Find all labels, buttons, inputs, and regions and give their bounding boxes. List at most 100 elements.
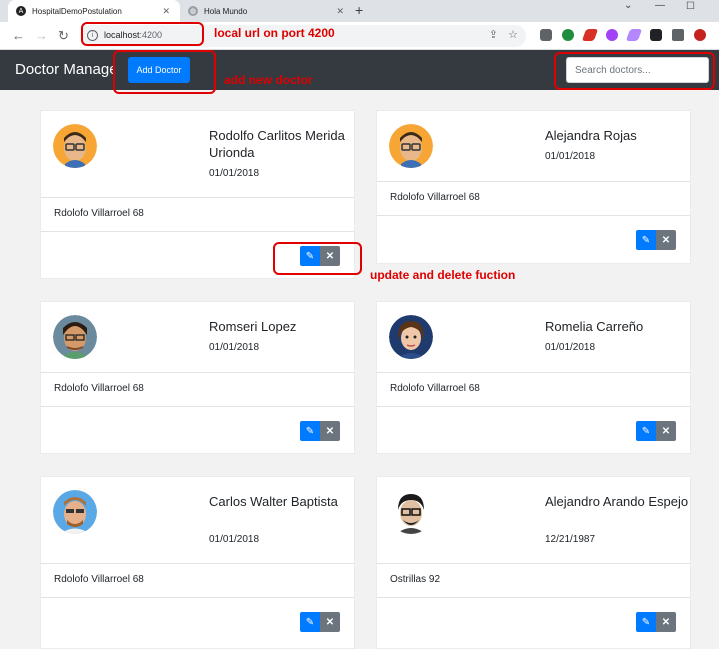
doctor-avatar	[53, 124, 97, 168]
edit-button[interactable]: ✎	[300, 421, 320, 441]
divider	[41, 197, 354, 198]
card-actions: ✎ ✕	[636, 421, 676, 441]
actions-annotation: update and delete fuction	[370, 268, 516, 282]
brand-title: Doctor Manager	[15, 61, 115, 78]
doctor-address: Ostrillas 92	[390, 574, 441, 585]
divider	[41, 597, 354, 598]
doctor-date: 01/01/2018	[545, 151, 596, 162]
doctor-name: Rodolfo Carlitos Merida Urionda	[209, 128, 345, 160]
profile-avatar[interactable]	[694, 29, 706, 41]
divider	[41, 563, 354, 564]
doctor-address: Rdolofo Villarroel 68	[54, 574, 144, 585]
extension-icon[interactable]	[581, 29, 599, 41]
divider	[41, 231, 354, 232]
edit-button[interactable]: ✎	[636, 230, 656, 250]
forward-icon[interactable]: →	[35, 28, 48, 43]
divider	[41, 406, 354, 407]
doctor-name: Romelia Carreño	[545, 319, 644, 334]
close-icon: ✕	[325, 616, 335, 628]
pencil-icon: ✎	[641, 616, 651, 628]
doctor-avatar	[53, 490, 97, 534]
divider	[377, 597, 690, 598]
divider	[377, 563, 690, 564]
close-icon: ✕	[661, 616, 671, 628]
extension-icon[interactable]	[606, 29, 618, 41]
puzzle-icon[interactable]	[672, 29, 684, 41]
doctor-date: 12/21/1987	[545, 534, 596, 545]
add-annotation: add new doctor	[224, 73, 313, 87]
tab-title: Hola Mundo	[204, 6, 248, 16]
pencil-icon: ✎	[641, 234, 651, 246]
close-tab-icon[interactable]: ✕	[336, 6, 344, 17]
delete-button[interactable]: ✕	[656, 612, 676, 632]
doctor-card: Alejandra Rojas 01/01/2018 Rdolofo Villa…	[376, 110, 691, 264]
actions-highlight-box	[273, 242, 362, 275]
divider	[377, 215, 690, 216]
new-tab-icon[interactable]: +	[355, 2, 363, 18]
doctor-card: Carlos Walter Baptista 01/01/2018 Rdolof…	[40, 476, 355, 649]
extension-icon[interactable]	[540, 29, 552, 41]
doctor-address: Rdolofo Villarroel 68	[390, 192, 480, 203]
back-icon[interactable]: ←	[12, 28, 25, 43]
browser-tab-strip: A HospitalDemoPostulation ✕ ◍ Hola Mundo…	[0, 0, 719, 22]
search-highlight-box	[554, 52, 715, 90]
card-actions: ✎ ✕	[300, 421, 340, 441]
delete-button[interactable]: ✕	[656, 421, 676, 441]
globe-icon: ◍	[188, 6, 198, 16]
extension-icon[interactable]	[562, 29, 574, 41]
chevron-down-icon[interactable]: ⌄	[624, 0, 632, 11]
doctor-date: 01/01/2018	[209, 168, 260, 179]
doctor-avatar	[53, 315, 97, 359]
card-actions: ✎ ✕	[636, 612, 676, 632]
delete-button[interactable]: ✕	[320, 421, 340, 441]
extension-icon[interactable]	[650, 29, 662, 41]
delete-button[interactable]: ✕	[320, 612, 340, 632]
doctor-name: Alejandra Rojas	[545, 128, 637, 143]
doctor-card: Romelia Carreño 01/01/2018 Rdolofo Villa…	[376, 301, 691, 454]
doctor-date: 01/01/2018	[209, 342, 260, 353]
tab-hola-mundo[interactable]: ◍ Hola Mundo ✕	[182, 0, 354, 22]
divider	[377, 406, 690, 407]
add-highlight-box	[113, 50, 216, 94]
edit-button[interactable]: ✎	[636, 421, 656, 441]
edit-button[interactable]: ✎	[636, 612, 656, 632]
url-annotation: local url on port 4200	[214, 26, 335, 40]
close-icon: ✕	[661, 425, 671, 437]
share-icon[interactable]: ⇪	[489, 28, 498, 41]
pencil-icon: ✎	[641, 425, 651, 437]
tab-hospital-demo[interactable]: A HospitalDemoPostulation ✕	[8, 0, 180, 22]
doctor-address: Rdolofo Villarroel 68	[390, 383, 480, 394]
url-highlight-box	[81, 22, 204, 46]
pencil-icon: ✎	[305, 425, 315, 437]
delete-button[interactable]: ✕	[656, 230, 676, 250]
close-icon: ✕	[325, 425, 335, 437]
bookmark-star-icon[interactable]: ☆	[508, 28, 518, 41]
close-icon: ✕	[661, 234, 671, 246]
doctor-avatar	[389, 315, 433, 359]
doctor-address: Rdolofo Villarroel 68	[54, 383, 144, 394]
doctor-avatar	[389, 490, 433, 534]
pencil-icon: ✎	[305, 616, 315, 628]
divider	[377, 181, 690, 182]
doctor-name: Alejandro Arando Espejo	[545, 494, 689, 509]
maximize-icon[interactable]: ☐	[686, 1, 695, 12]
doctor-date: 01/01/2018	[545, 342, 596, 353]
tab-title: HospitalDemoPostulation	[32, 6, 122, 16]
doctor-address: Rdolofo Villarroel 68	[54, 208, 144, 219]
doctor-date: 01/01/2018	[209, 534, 260, 545]
card-actions: ✎ ✕	[636, 230, 676, 250]
doctor-name: Carlos Walter Baptista	[209, 494, 338, 509]
reload-icon[interactable]: ↻	[58, 28, 69, 44]
doctor-card: Romseri Lopez 01/01/2018 Rdolofo Villarr…	[40, 301, 355, 454]
divider	[377, 372, 690, 373]
edit-button[interactable]: ✎	[300, 612, 320, 632]
close-tab-icon[interactable]: ✕	[162, 6, 170, 17]
divider	[41, 372, 354, 373]
angular-icon: A	[16, 6, 26, 16]
minimize-icon[interactable]: —	[655, 0, 665, 11]
card-actions: ✎ ✕	[300, 612, 340, 632]
doctor-name: Romseri Lopez	[209, 319, 297, 334]
doctor-avatar	[389, 124, 433, 168]
doctor-card: Alejandro Arando Espejo 12/21/1987 Ostri…	[376, 476, 691, 649]
extension-icon[interactable]	[625, 29, 643, 41]
